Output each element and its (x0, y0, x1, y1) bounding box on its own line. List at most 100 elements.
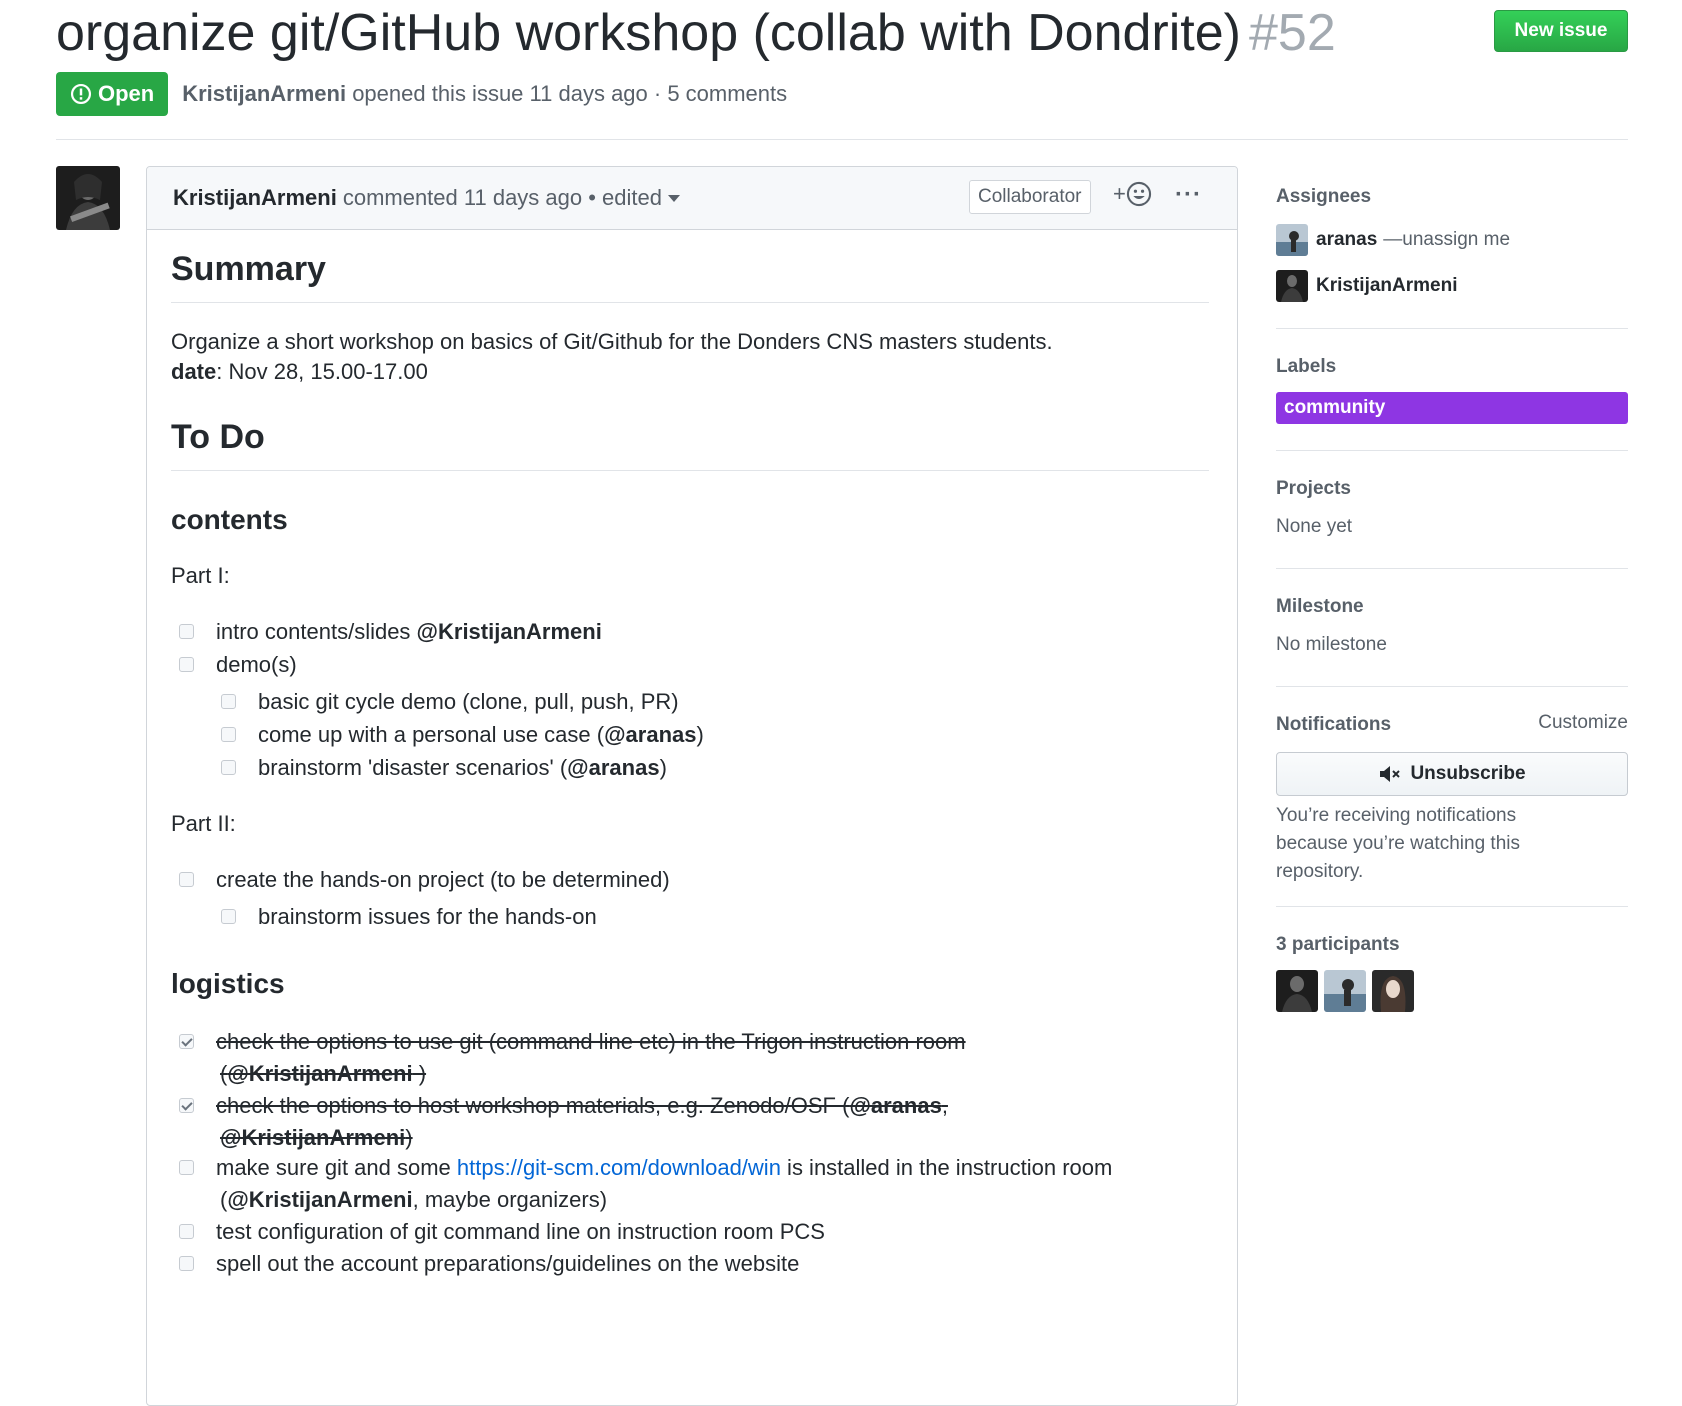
date-label: date (171, 359, 217, 384)
labels-heading[interactable]: Labels (1276, 354, 1628, 380)
todo-heading: To Do (171, 418, 265, 456)
avatar-image (1276, 224, 1308, 256)
issue-number: #52 (1248, 4, 1336, 62)
comment-header: KristijanArmeni commented 11 days ago • … (147, 167, 1237, 230)
task-checkbox[interactable] (179, 1224, 194, 1239)
labels-section: Labels community (1276, 354, 1628, 424)
subtask-item: brainstorm 'disaster scenarios' (@aranas… (221, 752, 667, 784)
task-item: spell out the account preparations/guide… (179, 1248, 799, 1280)
task-item: create the hands-on project (to be deter… (179, 864, 670, 896)
task-checkbox[interactable] (179, 624, 194, 639)
state-label: Open (98, 81, 155, 106)
mention-link[interactable]: @KristijanArmeni (227, 1187, 412, 1212)
chevron-down-icon[interactable] (668, 194, 680, 202)
projects-section: Projects None yet (1276, 476, 1628, 538)
unsubscribe-label: Unsubscribe (1410, 763, 1526, 784)
task-checkbox[interactable] (179, 657, 194, 672)
task-text: brainstorm 'disaster scenarios' (@aranas… (258, 755, 667, 780)
avatar-image (1324, 970, 1366, 1012)
task-checkbox[interactable] (179, 872, 194, 887)
sidebar-divider (1276, 686, 1628, 687)
task-checkbox[interactable] (179, 1256, 194, 1271)
task-checkbox[interactable] (221, 694, 236, 709)
unassign-link[interactable]: —unassign me (1383, 229, 1510, 251)
task-text: basic git cycle demo (clone, pull, push,… (258, 689, 679, 714)
task-text: come up with a personal use case (@arana… (258, 722, 704, 747)
mention-link[interactable]: @KristijanArmeni (417, 619, 602, 644)
task-item: intro contents/slides @KristijanArmeni (179, 616, 602, 648)
assignee-name[interactable]: aranas (1316, 229, 1377, 251)
assignee-name[interactable]: KristijanArmeni (1316, 275, 1457, 297)
subtask-item: basic git cycle demo (clone, pull, push,… (221, 686, 679, 718)
part1-label: Part I: (171, 563, 230, 588)
mute-icon (1380, 766, 1401, 782)
comment-author-link[interactable]: KristijanArmeni (173, 185, 337, 211)
task-item-completed: check the options to use git (command li… (179, 1026, 966, 1090)
avatar[interactable] (1276, 270, 1308, 302)
smiley-icon (1126, 181, 1151, 207)
mention-link[interactable]: @aranas (604, 722, 696, 747)
task-item-completed: check the options to host workshop mater… (179, 1090, 948, 1154)
avatar-image (1276, 270, 1308, 302)
assignees-heading[interactable]: Assignees (1276, 184, 1628, 210)
notifications-section: Notifications Customize Unsubscribe You’… (1276, 712, 1628, 886)
milestone-heading[interactable]: Milestone (1276, 594, 1628, 620)
sidebar-divider (1276, 906, 1628, 907)
task-text: check the options to use git (command li… (216, 1029, 966, 1086)
unsubscribe-button[interactable]: Unsubscribe (1276, 752, 1628, 796)
label-community[interactable]: community (1276, 392, 1628, 424)
task-checkbox[interactable] (221, 909, 236, 924)
subtask-item: brainstorm issues for the hands-on (221, 901, 597, 933)
issue-meta: Open KristijanArmeni opened this issue 1… (56, 72, 787, 116)
task-text: demo(s) (216, 652, 297, 677)
participant-avatar[interactable] (1276, 970, 1318, 1012)
participant-avatar[interactable] (1324, 970, 1366, 1012)
task-checkbox[interactable] (179, 1160, 194, 1175)
issue-opened-icon (70, 83, 92, 105)
avatar-image (56, 166, 120, 230)
mention-link[interactable]: @KristijanArmeni (227, 1061, 412, 1086)
participants-section: 3 participants (1276, 932, 1628, 1012)
assignee-item: aranas —unassign me (1276, 224, 1628, 256)
issue-title-text: organize git/GitHub workshop (collab wit… (56, 4, 1241, 62)
projects-value: None yet (1276, 516, 1353, 537)
assignee-item: KristijanArmeni (1276, 270, 1628, 302)
date-value: : Nov 28, 15.00-17.00 (216, 359, 428, 384)
new-issue-button[interactable]: New issue (1494, 10, 1628, 52)
issue-comment: KristijanArmeni commented 11 days ago • … (146, 166, 1238, 1406)
subtask-item: come up with a personal use case (@arana… (221, 719, 704, 751)
logistics-heading: logistics (171, 968, 285, 999)
date-line: date: Nov 28, 15.00-17.00 (171, 356, 428, 388)
comment-meta[interactable]: commented 11 days ago • edited (343, 185, 662, 211)
issue-author-link[interactable]: KristijanArmeni (182, 81, 346, 106)
more-options-button[interactable]: ··· (1175, 181, 1202, 209)
task-checkbox[interactable] (221, 760, 236, 775)
milestone-value: No milestone (1276, 634, 1387, 655)
task-text: make sure git and some https://git-scm.c… (216, 1155, 1113, 1212)
summary-heading: Summary (171, 250, 326, 288)
avatar[interactable] (56, 166, 120, 230)
participant-avatars (1276, 970, 1628, 1012)
avatar[interactable] (1276, 224, 1308, 256)
task-text: intro contents/slides @KristijanArmeni (216, 619, 602, 644)
download-link[interactable]: https://git-scm.com/download/win (457, 1155, 781, 1180)
task-item: test configuration of git command line o… (179, 1216, 825, 1248)
mention-link[interactable]: @aranas (849, 1093, 941, 1118)
state-badge: Open (56, 72, 169, 116)
summary-text: Organize a short workshop on basics of G… (171, 329, 1053, 354)
task-checkbox-checked[interactable] (179, 1034, 194, 1049)
task-text: spell out the account preparations/guide… (216, 1251, 800, 1276)
projects-heading[interactable]: Projects (1276, 476, 1628, 502)
task-checkbox[interactable] (221, 727, 236, 742)
mention-link[interactable]: @aranas (567, 755, 659, 780)
avatar-image (1372, 970, 1414, 1012)
task-checkbox-checked[interactable] (179, 1098, 194, 1113)
task-item: demo(s) (179, 649, 297, 681)
milestone-section: Milestone No milestone (1276, 594, 1628, 656)
sidebar-divider (1276, 568, 1628, 569)
participant-avatar[interactable] (1372, 970, 1414, 1012)
heading-divider (171, 302, 1209, 303)
mention-link[interactable]: @KristijanArmeni (220, 1125, 405, 1150)
customize-link[interactable]: Customize (1538, 712, 1628, 734)
add-reaction-button[interactable]: + (1113, 181, 1152, 207)
